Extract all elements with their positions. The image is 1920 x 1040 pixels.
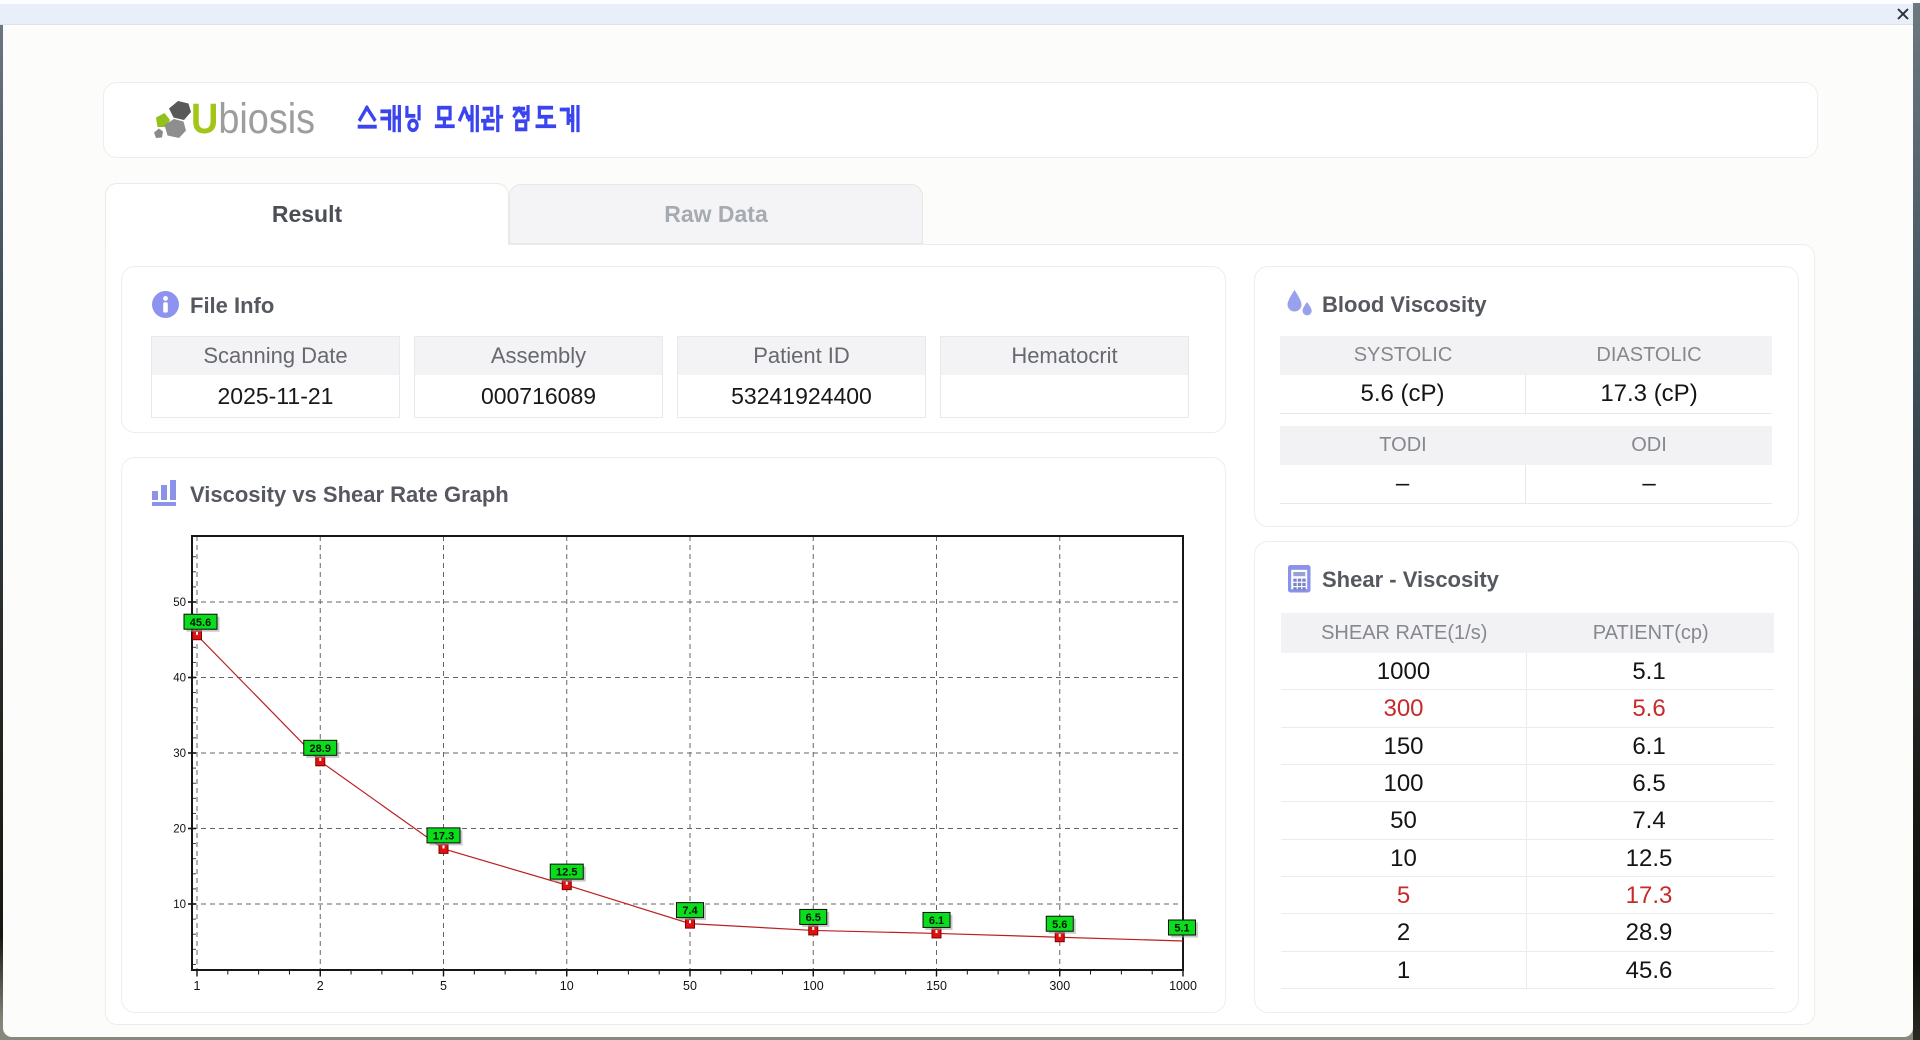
svg-text:10: 10 [560, 979, 574, 993]
svg-text:100: 100 [803, 979, 824, 993]
svg-text:1000: 1000 [1169, 979, 1197, 993]
svg-text:2: 2 [317, 979, 324, 993]
svg-text:12.5: 12.5 [556, 867, 577, 879]
svg-text:6.5: 6.5 [806, 912, 821, 924]
svg-text:6.1: 6.1 [929, 915, 944, 927]
svg-text:40: 40 [173, 673, 186, 685]
svg-text:7.4: 7.4 [682, 905, 698, 917]
svg-text:50: 50 [683, 979, 697, 993]
svg-text:5.6: 5.6 [1052, 919, 1067, 931]
svg-text:28.9: 28.9 [310, 743, 331, 755]
svg-text:20: 20 [173, 824, 186, 836]
svg-text:150: 150 [926, 979, 947, 993]
svg-text:50: 50 [173, 597, 186, 609]
svg-text:45.6: 45.6 [190, 617, 211, 629]
svg-text:30: 30 [173, 748, 186, 760]
svg-text:300: 300 [1049, 979, 1070, 993]
svg-text:5.1: 5.1 [1174, 923, 1189, 935]
svg-text:5: 5 [440, 979, 447, 993]
svg-text:1: 1 [194, 979, 201, 993]
svg-text:10: 10 [173, 899, 186, 911]
svg-text:17.3: 17.3 [433, 830, 454, 842]
